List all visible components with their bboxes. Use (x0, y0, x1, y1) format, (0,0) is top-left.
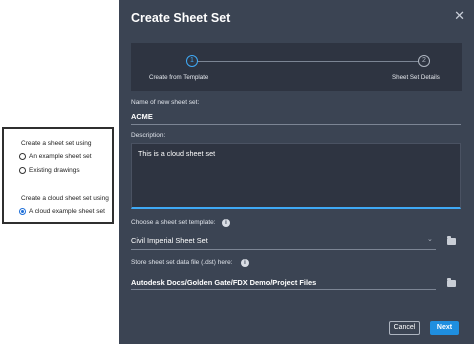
radio-cloud-example-sheet-set[interactable]: A cloud example sheet set (19, 208, 105, 215)
template-select[interactable]: Civil Imperial Sheet Set (131, 236, 436, 249)
name-input[interactable]: ACME (131, 112, 153, 121)
store-location-label: Store sheet set data file (.dst) here: (131, 259, 233, 266)
group-title-sheet-set: Create a sheet set using (21, 140, 92, 147)
next-button[interactable]: Next (430, 321, 459, 335)
template-select-value: Civil Imperial Sheet Set (131, 236, 208, 245)
radio-existing-drawings[interactable]: Existing drawings (19, 167, 80, 174)
radio-label: A cloud example sheet set (29, 208, 105, 215)
cancel-button[interactable]: Cancel (389, 321, 420, 335)
group-title-cloud-sheet-set: Create a cloud sheet set using (21, 195, 109, 202)
radio-label: An example sheet set (29, 153, 92, 160)
store-location-input[interactable]: Autodesk Docs/Golden Gate/FDX Demo/Proje… (131, 278, 316, 287)
stepper-line (192, 61, 424, 62)
template-select-underline (131, 249, 436, 250)
sheet-set-options-panel: Create a sheet set using An example shee… (2, 127, 114, 224)
chevron-down-icon[interactable]: ⌄ (427, 235, 433, 243)
step-2-indicator: 2 (418, 55, 430, 67)
radio-label: Existing drawings (29, 167, 80, 174)
description-textarea[interactable]: This is a cloud sheet set (131, 143, 461, 209)
create-sheet-set-dialog: Create Sheet Set ✕ 1 Create from Templat… (119, 0, 474, 344)
name-input-underline (131, 124, 461, 125)
step-2-label: Sheet Set Details (392, 74, 440, 81)
close-icon[interactable]: ✕ (454, 8, 465, 24)
radio-example-sheet-set[interactable]: An example sheet set (19, 153, 92, 160)
description-label: Description: (131, 132, 166, 139)
step-1-indicator: 1 (186, 55, 198, 67)
radio-selected-icon[interactable] (19, 208, 26, 215)
radio-icon[interactable] (19, 167, 26, 174)
name-label: Name of new sheet set: (131, 99, 200, 106)
wizard-stepper: 1 Create from Template 2 Sheet Set Detai… (131, 43, 462, 91)
radio-icon[interactable] (19, 153, 26, 160)
template-label: Choose a sheet set template: (131, 219, 216, 226)
folder-icon[interactable] (447, 278, 456, 287)
dialog-title: Create Sheet Set (131, 11, 231, 25)
step-1-label: Create from Template (149, 74, 209, 81)
folder-icon[interactable] (447, 236, 456, 245)
info-icon[interactable]: i (222, 219, 230, 227)
description-text: This is a cloud sheet set (138, 149, 216, 158)
store-location-underline (131, 289, 436, 290)
info-icon[interactable]: i (241, 259, 249, 267)
